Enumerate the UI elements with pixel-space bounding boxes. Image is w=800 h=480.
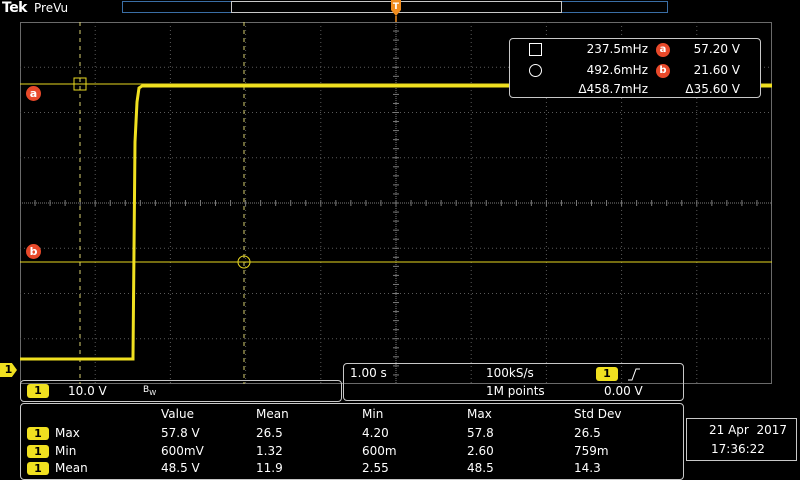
cursor-b-circle-icon: [529, 64, 542, 77]
cursor-readout-panel[interactable]: 237.5mHz a 57.20 V 492.6mHz b 21.60 V Δ4…: [509, 38, 761, 98]
sample-rate: 100kS/s: [486, 366, 534, 380]
cursor-b-ref-icon: b: [656, 64, 670, 78]
row-mean: 26.5: [256, 426, 283, 440]
ch1-settings-badge[interactable]: 1 10.0 V BW: [20, 380, 342, 402]
column-header-mean: Mean: [256, 407, 289, 421]
measurements-table[interactable]: Value Mean Min Max Std Dev 1 Max 57.8 V …: [20, 403, 684, 480]
record-length: 1M points: [486, 384, 545, 398]
row-measurement-name: Mean: [55, 461, 88, 475]
bandwidth-limit-icon: BW: [143, 385, 156, 397]
column-header-value: Value: [161, 407, 194, 421]
column-header-max: Max: [467, 407, 492, 421]
row-max: 48.5: [467, 461, 494, 475]
time-text: 17:36:22: [711, 442, 765, 456]
row-mean: 1.32: [256, 444, 283, 458]
cursor-a-square-icon: [529, 43, 542, 56]
cursor-a-voltage: 57.20 V: [693, 42, 740, 56]
svg-text:T: T: [393, 2, 400, 12]
rising-edge-icon: [628, 368, 640, 381]
cursor-a-ref-icon: a: [656, 43, 670, 57]
cursor-b-voltage: 21.60 V: [693, 63, 740, 77]
ch1-ground-marker[interactable]: 1: [0, 363, 17, 377]
row-min: 600m: [362, 444, 397, 458]
cursor-b-frequency: 492.6mHz: [586, 63, 648, 77]
row-value: 57.8 V: [161, 426, 200, 440]
date-time-display[interactable]: 21 Apr 2017 17:36:22: [686, 418, 797, 461]
row-mean: 11.9: [256, 461, 283, 475]
row-max: 2.60: [467, 444, 494, 458]
cursor-a-frequency: 237.5mHz: [586, 42, 648, 56]
row-max: 57.8: [467, 426, 494, 440]
cursor-delta-frequency: Δ458.7mHz: [578, 82, 648, 96]
acquisition-mode: PreVu: [34, 1, 69, 15]
row-measurement-name: Min: [55, 444, 77, 458]
ch1-vertical-scale: 10.0 V: [68, 384, 107, 398]
column-header-std-dev: Std Dev: [574, 407, 622, 421]
row-channel-label: 1: [27, 462, 49, 475]
row-std-dev: 14.3: [574, 461, 601, 475]
row-measurement-name: Max: [55, 426, 80, 440]
row-min: 4.20: [362, 426, 389, 440]
trigger-level: 0.00 V: [604, 384, 643, 398]
row-std-dev: 759m: [574, 444, 609, 458]
row-std-dev: 26.5: [574, 426, 601, 440]
cursor-delta-voltage: Δ35.60 V: [685, 82, 740, 96]
trigger-position-marker[interactable]: T: [390, 0, 402, 22]
row-value: 600mV: [161, 444, 204, 458]
ref-a-marker[interactable]: a: [26, 86, 41, 101]
row-channel-label: 1: [27, 445, 49, 458]
row-min: 2.55: [362, 461, 389, 475]
ref-b-marker[interactable]: b: [26, 244, 41, 259]
brand-logo: Tek: [2, 0, 28, 16]
timebase-scale: 1.00 s: [350, 366, 387, 380]
date-text: 21 Apr 2017: [709, 423, 788, 437]
ch1-label: 1: [27, 384, 49, 398]
row-value: 48.5 V: [161, 461, 200, 475]
horizontal-settings-badge[interactable]: 1.00 s 100kS/s 1M points 1 0.00 V: [343, 363, 684, 401]
column-header-min: Min: [362, 407, 384, 421]
bandwidth-limit-sub: W: [149, 388, 157, 397]
row-channel-label: 1: [27, 427, 49, 440]
trigger-source: 1: [596, 367, 618, 381]
